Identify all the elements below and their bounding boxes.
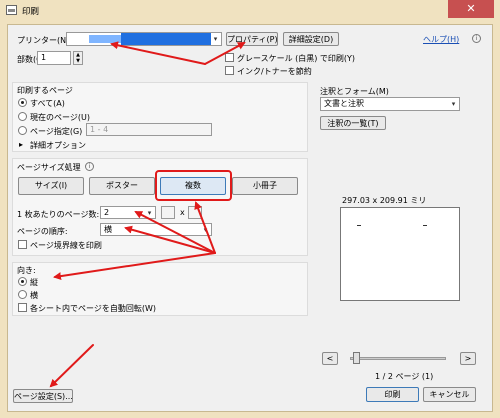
highlight-box bbox=[155, 170, 232, 201]
page-setup-button[interactable]: ページ設定(S)... bbox=[13, 389, 73, 403]
printer-name-highlight bbox=[121, 33, 211, 45]
tab-booklet[interactable]: 小冊子 bbox=[232, 177, 298, 195]
page-sizing-info-icon[interactable]: i bbox=[85, 162, 94, 171]
radio-all[interactable] bbox=[18, 98, 27, 107]
page-slider-track[interactable] bbox=[350, 357, 446, 360]
tab-poster[interactable]: ポスター bbox=[89, 177, 155, 195]
page-counter: 1 / 2 ページ (1) bbox=[375, 372, 434, 381]
page-order-select[interactable]: 横 ▾ bbox=[100, 223, 212, 236]
advanced-button[interactable]: 詳細設定(D) bbox=[283, 32, 339, 46]
page-slider-thumb[interactable] bbox=[353, 352, 360, 364]
print-border-label: ページ境界線を印刷 bbox=[30, 241, 102, 250]
radio-all-label: すべて(A) bbox=[30, 99, 65, 108]
printer-app-icon bbox=[6, 5, 17, 15]
page-order-value: 横 bbox=[104, 225, 112, 234]
chevron-down-icon: ▾ bbox=[147, 209, 152, 217]
page-sizing-title: ページサイズ処理 bbox=[17, 163, 81, 172]
by-label: x bbox=[180, 208, 185, 217]
custom-columns-field[interactable] bbox=[161, 206, 175, 219]
page-order-label: ページの順序: bbox=[17, 227, 68, 236]
cancel-button[interactable]: キャンセル bbox=[423, 387, 476, 402]
radio-landscape[interactable] bbox=[18, 290, 27, 299]
page-range-field[interactable]: 1 - 4 bbox=[86, 123, 212, 136]
print-button[interactable]: 印刷 bbox=[366, 387, 419, 402]
auto-rotate-label: 各シート内でページを自動回転(W) bbox=[30, 304, 156, 313]
comments-forms-value: 文書と注釈 bbox=[324, 99, 364, 108]
radio-current-label: 現在のページ(U) bbox=[30, 113, 90, 122]
comments-summary-button[interactable]: 注釈の一覧(T) bbox=[320, 116, 386, 130]
close-button[interactable]: ✕ bbox=[448, 0, 494, 18]
pages-per-sheet-label: 1 枚あたりのページ数: bbox=[17, 210, 100, 219]
title-bar bbox=[0, 0, 500, 20]
pages-per-sheet-select[interactable]: 2 ▾ bbox=[100, 206, 156, 219]
orientation-title: 向き: bbox=[17, 266, 36, 275]
printer-label: プリンター(N): bbox=[17, 36, 72, 45]
radio-landscape-label: 横 bbox=[30, 291, 38, 300]
copies-field[interactable]: 1 bbox=[37, 51, 71, 65]
window-title: 印刷 bbox=[22, 7, 40, 17]
help-info-icon[interactable]: i bbox=[472, 34, 481, 43]
ink-saver-checkbox[interactable] bbox=[225, 66, 234, 75]
radio-range[interactable] bbox=[18, 126, 27, 135]
preview-mark bbox=[357, 225, 361, 226]
chevron-down-icon: ▾ bbox=[451, 100, 456, 108]
chevron-down-icon: ▾ bbox=[213, 35, 218, 43]
properties-button[interactable]: プロパティ(P) bbox=[226, 32, 278, 46]
preview-pane bbox=[340, 207, 460, 301]
custom-rows-field[interactable] bbox=[188, 206, 202, 219]
pages-to-print-title: 印刷するページ bbox=[17, 86, 73, 95]
radio-portrait[interactable] bbox=[18, 277, 27, 286]
auto-rotate-checkbox[interactable] bbox=[18, 303, 27, 312]
more-options-toggle[interactable]: 詳細オプション bbox=[30, 140, 86, 151]
ink-saver-label: インク/トナーを節約 bbox=[237, 67, 312, 76]
radio-range-label: ページ指定(G) bbox=[30, 127, 83, 136]
help-link[interactable]: ヘルプ(H) bbox=[423, 34, 459, 45]
printer-name-blurred bbox=[89, 35, 121, 43]
preview-size-label: 297.03 x 209.91 ミリ bbox=[342, 196, 427, 205]
chevron-down-icon: ▾ bbox=[203, 226, 208, 234]
comments-forms-title: 注釈とフォーム(M) bbox=[320, 87, 389, 96]
printer-select[interactable]: ▾ bbox=[66, 32, 222, 46]
radio-portrait-label: 縦 bbox=[30, 278, 38, 287]
pages-per-sheet-value: 2 bbox=[104, 208, 110, 217]
preview-mark bbox=[423, 225, 427, 226]
grayscale-checkbox[interactable] bbox=[225, 53, 234, 62]
grayscale-label: グレースケール (白黒) で印刷(Y) bbox=[237, 54, 356, 63]
prev-page-button[interactable]: < bbox=[322, 352, 338, 365]
comments-forms-select[interactable]: 文書と注釈 ▾ bbox=[320, 97, 460, 111]
radio-current[interactable] bbox=[18, 112, 27, 121]
copies-stepper[interactable]: ▲ ▼ bbox=[73, 51, 83, 65]
next-page-button[interactable]: > bbox=[460, 352, 476, 365]
tab-size[interactable]: サイズ(I) bbox=[18, 177, 84, 195]
expand-icon[interactable]: ▸ bbox=[19, 140, 23, 149]
print-border-checkbox[interactable] bbox=[18, 240, 27, 249]
